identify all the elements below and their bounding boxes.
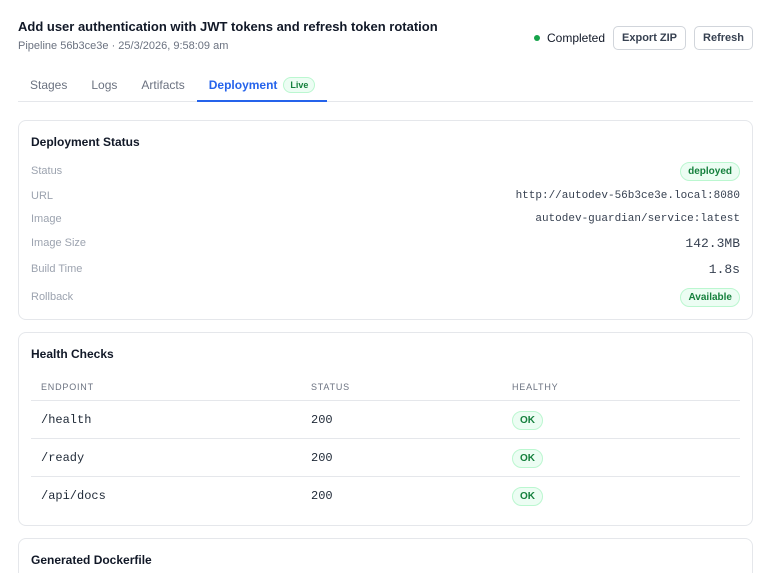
url-value[interactable]: http://autodev-56b3ce3e.local:8080 [516,190,740,202]
health-checks-table: ENDPOINT STATUS HEALTHY /health 200 OK /… [31,373,740,515]
image-value: autodev-guardian/service:latest [535,213,740,225]
healthy-badge: OK [512,448,543,468]
tab-deployment[interactable]: Deployment Live [196,72,328,102]
column-header-endpoint: ENDPOINT [41,381,94,392]
status-cell: 200 [311,489,333,503]
tab-bar: Stages Logs Artifacts Deployment Live [18,72,753,102]
tab-label: Stages [30,78,68,92]
rollback-badge[interactable]: Available [680,287,740,307]
image-size-value: 142.3MB [685,235,740,251]
table-row: /ready 200 OK [31,439,740,477]
status-cell: 200 [311,450,333,465]
image-size-row: Image Size 142.3MB [31,233,740,253]
export-zip-button[interactable]: Export ZIP [613,26,687,50]
column-header-healthy: HEALTHY [512,381,559,392]
status-row: Status deployed [31,161,740,181]
url-label: URL [31,190,54,202]
header-actions: Completed Export ZIP Refresh [533,26,753,50]
image-size-label: Image Size [31,237,87,249]
dockerfile-card: Generated Dockerfile [18,538,753,573]
table-header: ENDPOINT STATUS HEALTHY [31,373,740,401]
rollback-row: Rollback Available [31,286,740,308]
refresh-button[interactable]: Refresh [694,26,753,50]
endpoint-cell: /health [41,412,92,427]
build-time-label: Build Time [31,263,83,275]
status-label: Completed [546,31,606,45]
card-title: Deployment Status [31,135,140,149]
healthy-badge: OK [512,410,543,430]
status-cell: 200 [311,412,333,427]
status-badge: deployed [680,161,740,181]
status-label: Status [31,165,63,177]
card-title: Health Checks [31,347,114,361]
image-row: Image autodev-guardian/service:latest [31,210,740,228]
tab-label: Artifacts [141,78,185,92]
column-header-status: STATUS [311,381,350,392]
tab-artifacts[interactable]: Artifacts [129,72,196,102]
card-title: Generated Dockerfile [31,553,152,567]
tab-label: Logs [91,78,118,92]
url-row: URL http://autodev-56b3ce3e.local:8080 [31,187,740,205]
health-checks-card: Health Checks ENDPOINT STATUS HEALTHY /h… [18,332,753,526]
tab-stages[interactable]: Stages [18,72,79,102]
table-row: /api/docs 200 OK [31,477,740,515]
deployment-status-card: Deployment Status Status deployed URL ht… [18,120,753,320]
build-time-row: Build Time 1.8s [31,259,740,279]
pipeline-header: Add user authentication with JWT tokens … [18,18,753,58]
table-row: /health 200 OK [31,401,740,439]
status-indicator: Completed [533,31,606,45]
endpoint-cell: /ready [41,450,85,465]
tab-logs[interactable]: Logs [79,72,129,102]
live-badge: Live [283,77,316,93]
build-time-value: 1.8s [708,261,740,277]
rollback-label: Rollback [31,291,74,303]
healthy-badge: OK [512,487,543,506]
tab-label: Deployment [208,78,278,92]
endpoint-cell: /api/docs [41,489,106,503]
image-label: Image [31,213,62,225]
status-dot-icon [533,35,540,41]
